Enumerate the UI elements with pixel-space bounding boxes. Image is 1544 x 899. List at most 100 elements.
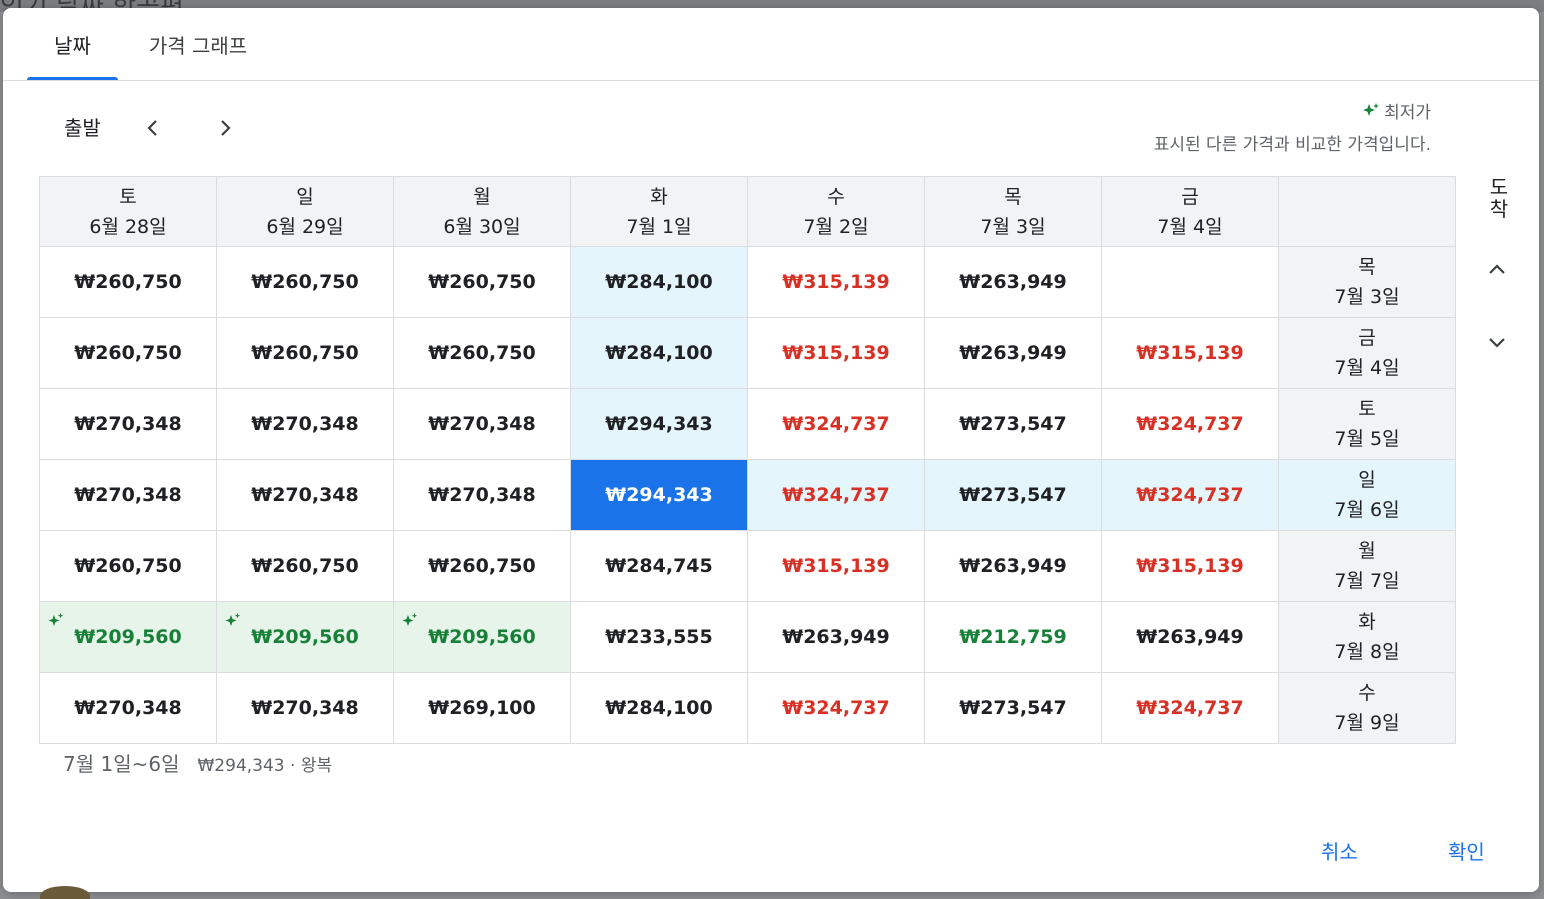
price-value: ₩209,560 [251,626,359,648]
price-cell[interactable]: ₩273,547 [924,388,1102,460]
price-cell[interactable]: ₩260,750 [39,317,217,389]
price-cell[interactable]: ₩260,750 [393,317,571,389]
price-value: ₩260,750 [428,555,536,577]
row-weekday: 수 [1358,682,1376,704]
arrival-label: 도착 [1489,175,1509,221]
price-cell[interactable]: ₩233,555 [570,601,748,673]
price-cell[interactable]: ₩273,547 [924,672,1102,744]
backdrop-avatar [40,886,90,899]
price-value: ₩260,750 [251,342,359,364]
price-cell[interactable]: ₩263,949 [747,601,925,673]
price-cell[interactable]: ₩263,949 [924,317,1102,389]
price-cell[interactable]: ₩284,100 [570,246,748,318]
price-cell[interactable]: ₩260,750 [216,317,394,389]
column-weekday: 화 [650,185,668,208]
tab-dates[interactable]: 날짜 [27,8,118,80]
price-value: ₩209,560 [428,626,536,648]
price-value: ₩209,560 [74,626,182,648]
price-cell[interactable]: ₩324,737 [1101,672,1279,744]
price-cell[interactable]: ₩260,750 [393,530,571,602]
price-cell[interactable]: ₩263,949 [924,530,1102,602]
price-value: ₩263,949 [782,626,890,648]
column-weekday: 일 [296,185,314,208]
row-date: 7월 4일 [1334,357,1400,379]
price-value: ₩260,750 [428,342,536,364]
price-value: ₩260,750 [74,342,182,364]
price-cell[interactable]: ₩209,560 [393,601,571,673]
column-header: 목 7월 3일 [924,176,1102,247]
table-row: ₩209,560 ₩209,560 ₩209,560 ₩233,555 ₩263,949… [39,601,1456,673]
price-cell[interactable]: ₩260,750 [216,246,394,318]
tab-price-graph[interactable]: 가격 그래프 [131,8,265,80]
price-cell[interactable]: ₩270,348 [393,459,571,531]
row-date: 7월 7일 [1334,570,1400,592]
column-date: 7월 1일 [626,215,692,238]
price-value: ₩263,949 [959,271,1067,293]
price-value: ₩324,737 [1136,484,1244,506]
summary-price: ₩294,343 · 왕복 [197,756,333,776]
price-cell[interactable]: ₩270,348 [216,388,394,460]
price-value: ₩269,100 [428,697,536,719]
price-cell[interactable]: ₩260,750 [393,246,571,318]
row-header: 토 7월 5일 [1278,388,1456,460]
price-cell[interactable] [1101,246,1279,318]
price-cell[interactable]: ₩315,139 [747,317,925,389]
price-value: ₩260,750 [251,555,359,577]
price-cell[interactable]: ₩263,949 [924,246,1102,318]
column-header: 금 7월 4일 [1101,176,1279,247]
price-cell[interactable]: ₩260,750 [39,246,217,318]
price-cell[interactable]: ₩324,737 [747,459,925,531]
price-cell[interactable]: ₩270,348 [393,388,571,460]
row-date: 7월 5일 [1334,428,1400,450]
price-cell[interactable]: ₩294,343 [570,388,748,460]
price-cell[interactable]: ₩284,100 [570,317,748,389]
price-cell[interactable]: ₩260,750 [216,530,394,602]
price-cell[interactable]: ₩294,343 [570,459,748,531]
column-header: 일 6월 29일 [216,176,394,247]
table-row: ₩270,348 ₩270,348 ₩269,100 ₩284,100 ₩324,737… [39,672,1456,744]
price-cell[interactable]: ₩284,100 [570,672,748,744]
cancel-button[interactable]: 취소 [1321,830,1358,870]
departure-prev-button[interactable] [133,108,173,148]
row-weekday: 목 [1358,256,1376,278]
row-date: 7월 6일 [1334,499,1400,521]
column-header: 토 6월 28일 [39,176,217,247]
confirm-button[interactable]: 확인 [1448,830,1485,870]
column-date: 6월 29일 [266,215,344,238]
price-value: ₩294,343 [605,484,713,506]
price-cell[interactable]: ₩270,348 [39,672,217,744]
price-cell[interactable]: ₩315,139 [1101,317,1279,389]
price-cell[interactable]: ₩209,560 [39,601,217,673]
price-value: ₩315,139 [782,342,890,364]
price-cell[interactable]: ₩315,139 [747,530,925,602]
table-row: ₩270,348 ₩270,348 ₩270,348 ₩294,343 ₩324,737… [39,388,1456,460]
price-cell[interactable]: ₩273,547 [924,459,1102,531]
arrival-next-button[interactable] [1477,322,1517,362]
price-cell[interactable]: ₩269,100 [393,672,571,744]
price-cell[interactable]: ₩324,737 [1101,459,1279,531]
summary-dates: 7월 1일~6일 [63,752,180,776]
price-value: ₩263,949 [959,342,1067,364]
price-value: ₩284,100 [605,697,713,719]
price-cell[interactable]: ₩263,949 [1101,601,1279,673]
legend-label: 최저가 [1384,103,1431,123]
price-cell[interactable]: ₩315,139 [1101,530,1279,602]
price-cell[interactable]: ₩324,737 [1101,388,1279,460]
price-cell[interactable]: ₩209,560 [216,601,394,673]
chevron-left-icon [147,120,157,136]
column-weekday: 토 [119,185,137,208]
sparkle-icon [402,613,418,626]
price-cell[interactable]: ₩270,348 [216,672,394,744]
price-cell[interactable]: ₩270,348 [39,459,217,531]
price-cell[interactable]: ₩260,750 [39,530,217,602]
price-cell[interactable]: ₩315,139 [747,246,925,318]
price-cell[interactable]: ₩270,348 [39,388,217,460]
arrival-prev-button[interactable] [1477,250,1517,290]
price-cell[interactable]: ₩270,348 [216,459,394,531]
departure-next-button[interactable] [205,108,245,148]
price-cell[interactable]: ₩212,759 [924,601,1102,673]
price-value: ₩263,949 [959,555,1067,577]
price-cell[interactable]: ₩324,737 [747,672,925,744]
price-cell[interactable]: ₩284,745 [570,530,748,602]
price-cell[interactable]: ₩324,737 [747,388,925,460]
